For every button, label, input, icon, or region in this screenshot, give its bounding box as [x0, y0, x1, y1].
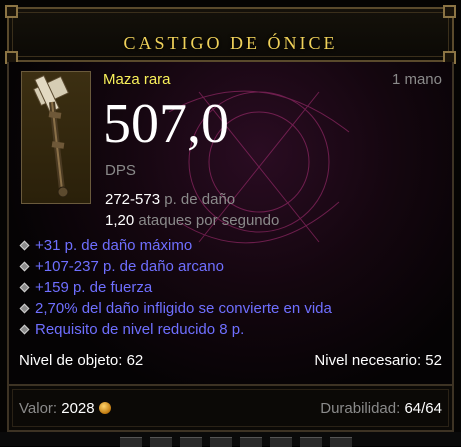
- durability-value: 64/64: [404, 400, 442, 417]
- tooltip-body: Maza rara 1 mano 507,0 DPS 272-573 p. de…: [7, 62, 454, 384]
- item-hands: 1 mano: [391, 71, 442, 88]
- affix-item: +159 p. de fuerza: [19, 277, 439, 298]
- sell-value-amount: 2028: [61, 400, 95, 417]
- affix-list: +31 p. de daño máximo +107-237 p. de dañ…: [19, 235, 439, 340]
- durability: Durabilidad: 64/64: [320, 400, 442, 417]
- speed-value: 1,20: [105, 212, 135, 229]
- diamond-bullet-icon: [19, 240, 30, 251]
- sell-value: Valor: 2028: [19, 400, 111, 417]
- sell-value-label: Valor:: [19, 400, 58, 417]
- item-icon-frame: [21, 71, 91, 204]
- diamond-bullet-icon: [19, 324, 30, 335]
- corner-ornament: [443, 5, 456, 18]
- affix-text: +107-237 p. de daño arcano: [35, 258, 224, 275]
- affix-item: +107-237 p. de daño arcano: [19, 256, 439, 277]
- item-level: Nivel de objeto: 62: [19, 352, 144, 369]
- corner-ornament: [5, 5, 18, 18]
- item-type: Maza rara: [103, 71, 171, 88]
- dps-value: 507,0: [103, 93, 229, 155]
- affix-item: +31 p. de daño máximo: [19, 235, 439, 256]
- affix-item: 2,70% del daño infligido se convierte en…: [19, 298, 439, 319]
- gold-coin-icon: [98, 402, 111, 414]
- affix-text: +159 p. de fuerza: [35, 279, 153, 296]
- tooltip-header: CASTIGO DE ÓNICE: [5, 5, 456, 64]
- affix-text: 2,70% del daño infligido se convierte en…: [35, 300, 332, 317]
- affix-text: Requisito de nivel reducido 8 p.: [35, 321, 245, 338]
- affix-text: +31 p. de daño máximo: [35, 237, 193, 254]
- diamond-bullet-icon: [19, 282, 30, 293]
- item-tooltip: CASTIGO DE ÓNICE Maza rara 1 mano 507,0 …: [0, 0, 461, 447]
- dps-label: DPS: [105, 162, 136, 179]
- required-level: Nivel necesario: 52: [314, 352, 442, 369]
- damage-label: p. de daño: [164, 191, 236, 208]
- speed-stat: 1,20 ataques por segundo: [105, 212, 279, 229]
- damage-stat: 272-573 p. de daño: [105, 191, 235, 208]
- speed-label: ataques por segundo: [138, 212, 280, 229]
- affix-item: Requisito de nivel reducido 8 p.: [19, 319, 439, 340]
- damage-value: 272-573: [105, 191, 161, 208]
- item-name: CASTIGO DE ÓNICE: [123, 33, 338, 53]
- tooltip-footer: Valor: 2028 Durabilidad: 64/64: [7, 384, 454, 432]
- diamond-bullet-icon: [19, 261, 30, 272]
- durability-label: Durabilidad:: [320, 400, 401, 417]
- diamond-bullet-icon: [19, 303, 30, 314]
- mace-icon: [32, 74, 70, 198]
